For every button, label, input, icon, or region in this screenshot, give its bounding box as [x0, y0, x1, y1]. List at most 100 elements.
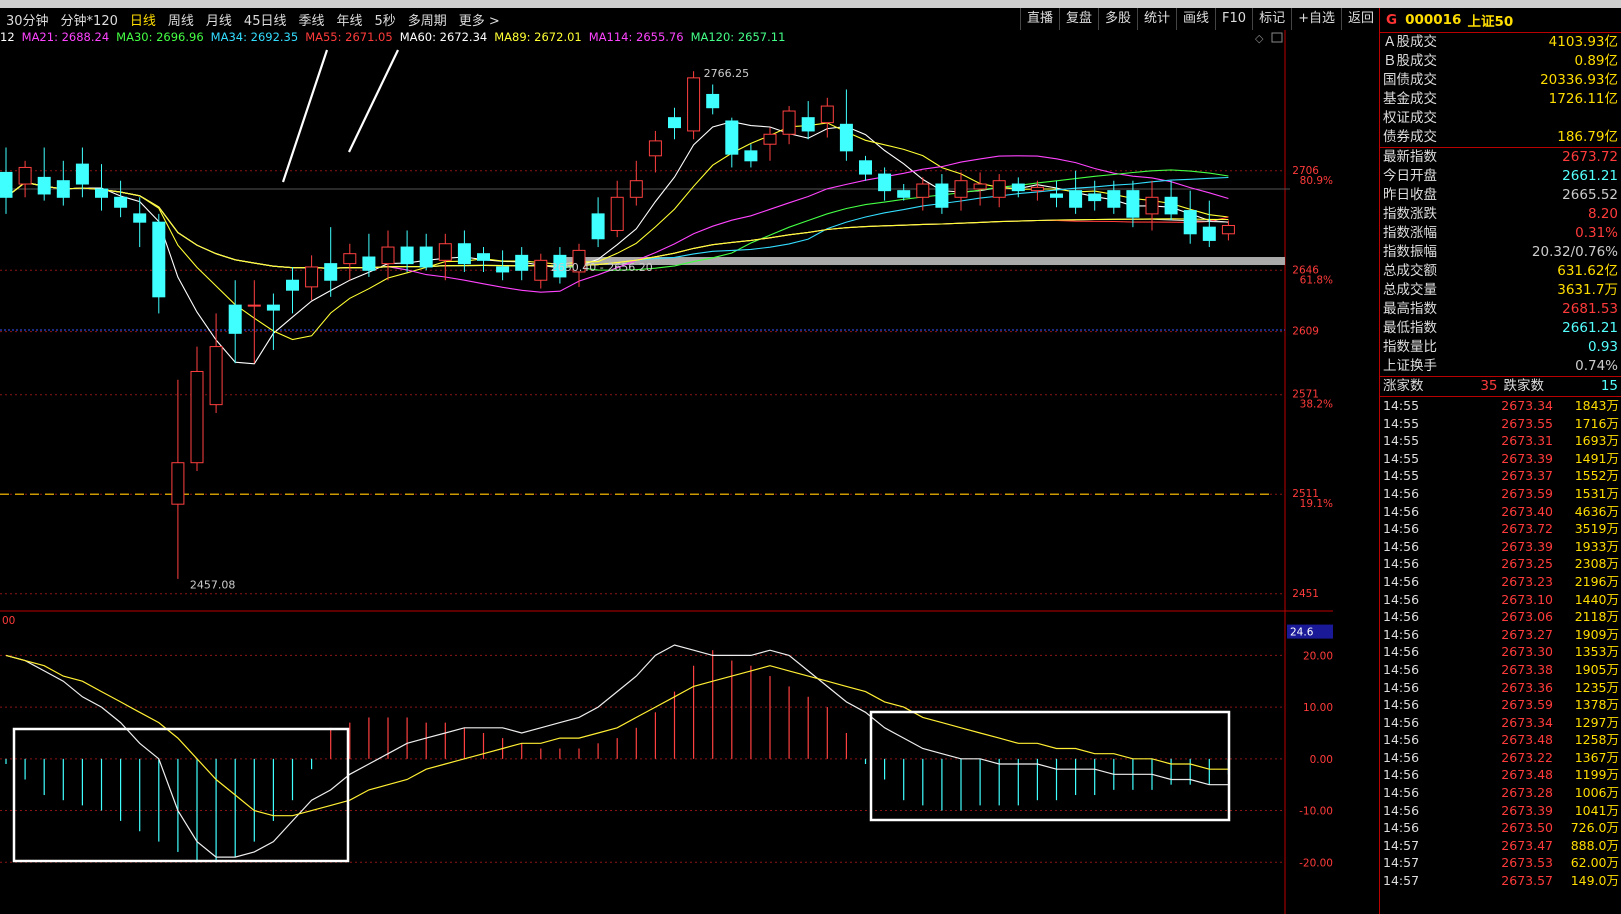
candle[interactable]	[725, 117, 739, 168]
tool-button[interactable]: F10	[1215, 8, 1252, 30]
tick-price: 2673.50	[1501, 820, 1553, 836]
candle[interactable]	[1145, 180, 1159, 231]
candle[interactable]	[1202, 200, 1216, 248]
candle[interactable]	[133, 197, 147, 248]
stat-label: 上证换手	[1383, 358, 1437, 374]
stat-row: 最高指数 2681.53	[1380, 300, 1621, 319]
candle[interactable]	[343, 243, 357, 281]
candle[interactable]	[37, 147, 51, 201]
stat-label: Ｂ股成交	[1383, 53, 1437, 69]
candle[interactable]	[305, 255, 319, 301]
stat-row: 最低指数 2661.21	[1380, 319, 1621, 338]
candle[interactable]	[935, 174, 949, 214]
period-tab[interactable]: 5秒	[369, 10, 402, 29]
candle[interactable]	[897, 184, 911, 201]
candle[interactable]	[228, 280, 242, 364]
candle[interactable]	[859, 155, 872, 181]
candle[interactable]	[362, 233, 376, 277]
candle[interactable]	[0, 147, 13, 214]
candle[interactable]	[839, 89, 853, 161]
tick-row: 14:56 2673.36 1235万	[1380, 679, 1621, 697]
macd-dea-line	[5, 654, 1229, 817]
candle[interactable]	[648, 130, 662, 173]
candle[interactable]	[591, 197, 605, 248]
candle[interactable]	[629, 160, 643, 206]
window-toggle-icon[interactable]	[1271, 32, 1283, 43]
candle[interactable]	[247, 280, 261, 364]
ma-line	[5, 121, 1229, 365]
candle[interactable]	[286, 266, 299, 314]
annotation-arrow	[348, 49, 399, 153]
stat-value: 186.79亿	[1557, 129, 1618, 145]
tool-button[interactable]: +自选	[1291, 8, 1341, 30]
candle[interactable]	[878, 167, 892, 201]
diamond-icon[interactable]: ◇	[1255, 32, 1264, 45]
candle[interactable]	[687, 71, 701, 140]
candle[interactable]	[954, 172, 968, 211]
candle[interactable]	[477, 247, 490, 272]
candle[interactable]	[152, 213, 166, 314]
candle[interactable]	[992, 174, 1006, 208]
tool-button[interactable]: 返回	[1340, 8, 1380, 30]
candle[interactable]	[782, 106, 796, 145]
candle[interactable]	[114, 180, 128, 218]
candle[interactable]	[171, 379, 185, 579]
candle[interactable]	[515, 247, 529, 281]
candle[interactable]	[534, 253, 548, 289]
tick-list[interactable]: 14:55 2673.34 1843万 14:55 2673.55 1716万 14:55 2…	[1380, 396, 1621, 890]
candle[interactable]	[801, 101, 815, 140]
candle[interactable]	[1069, 170, 1083, 214]
stat-value: 2665.52	[1562, 187, 1618, 203]
candle[interactable]	[190, 346, 204, 471]
candle[interactable]	[209, 313, 223, 413]
candle[interactable]	[75, 147, 89, 198]
candle[interactable]	[744, 144, 758, 168]
candle[interactable]	[706, 84, 720, 115]
tool-button[interactable]: 画线	[1176, 8, 1215, 30]
candle[interactable]	[1088, 180, 1102, 211]
candle[interactable]	[1221, 220, 1235, 241]
period-tab[interactable]: 分钟*120	[55, 10, 124, 29]
range-annotation: 2650.40 - 2656.20	[551, 261, 653, 274]
candle[interactable]	[400, 230, 414, 272]
period-tab[interactable]: 45日线	[238, 10, 293, 29]
candle[interactable]	[1050, 180, 1063, 208]
candle[interactable]	[18, 160, 32, 198]
tool-button[interactable]: 多股	[1097, 8, 1137, 30]
period-tab[interactable]: 更多 >	[453, 10, 506, 29]
stat-label: 最高指数	[1383, 301, 1437, 317]
kline-chart[interactable]: 270680.9%264661.8%2609257138.2%251119.1%…	[0, 30, 1379, 914]
tool-button[interactable]: 统计	[1137, 8, 1176, 30]
tool-button[interactable]: 标记	[1252, 8, 1291, 30]
candle[interactable]	[820, 97, 834, 138]
period-tab[interactable]: 周线	[162, 10, 200, 29]
stat-row: Ｂ股成交 0.89亿	[1380, 52, 1621, 71]
period-tab[interactable]: 30分钟	[0, 10, 55, 29]
candle[interactable]	[419, 233, 433, 271]
period-tab[interactable]: 日线	[124, 10, 162, 29]
tool-button[interactable]: 直播	[1019, 8, 1059, 30]
tick-time: 14:57	[1383, 873, 1420, 889]
tool-button[interactable]: 复盘	[1058, 8, 1098, 30]
tick-time: 14:55	[1383, 398, 1420, 413]
candle[interactable]	[973, 172, 987, 206]
candle[interactable]	[438, 233, 452, 281]
tick-row: 14:56 2673.50 726.0万	[1380, 819, 1621, 837]
candle[interactable]	[1183, 190, 1197, 244]
period-tab[interactable]: 年线	[330, 10, 368, 29]
candle[interactable]	[381, 230, 395, 281]
candle[interactable]	[266, 293, 280, 350]
chart-toolbar: 30分钟 分钟*120 日线 周线 月线 45日线 季线 年线 5秒 多周期 更多 > 直播 复盘 多股…	[0, 8, 1380, 30]
period-tab[interactable]: 多周期	[402, 10, 453, 29]
tick-price: 2673.34	[1501, 398, 1553, 413]
candle[interactable]	[324, 227, 338, 297]
stat-label: 基金成交	[1383, 91, 1437, 107]
candle[interactable]	[668, 107, 681, 140]
candle[interactable]	[763, 127, 777, 161]
period-tab[interactable]: 季线	[292, 10, 330, 29]
candle[interactable]	[1126, 180, 1140, 228]
candle[interactable]	[56, 160, 70, 206]
period-tab[interactable]: 月线	[200, 10, 238, 29]
tick-volume: 1297万	[1574, 714, 1619, 730]
candle[interactable]	[1164, 180, 1178, 221]
